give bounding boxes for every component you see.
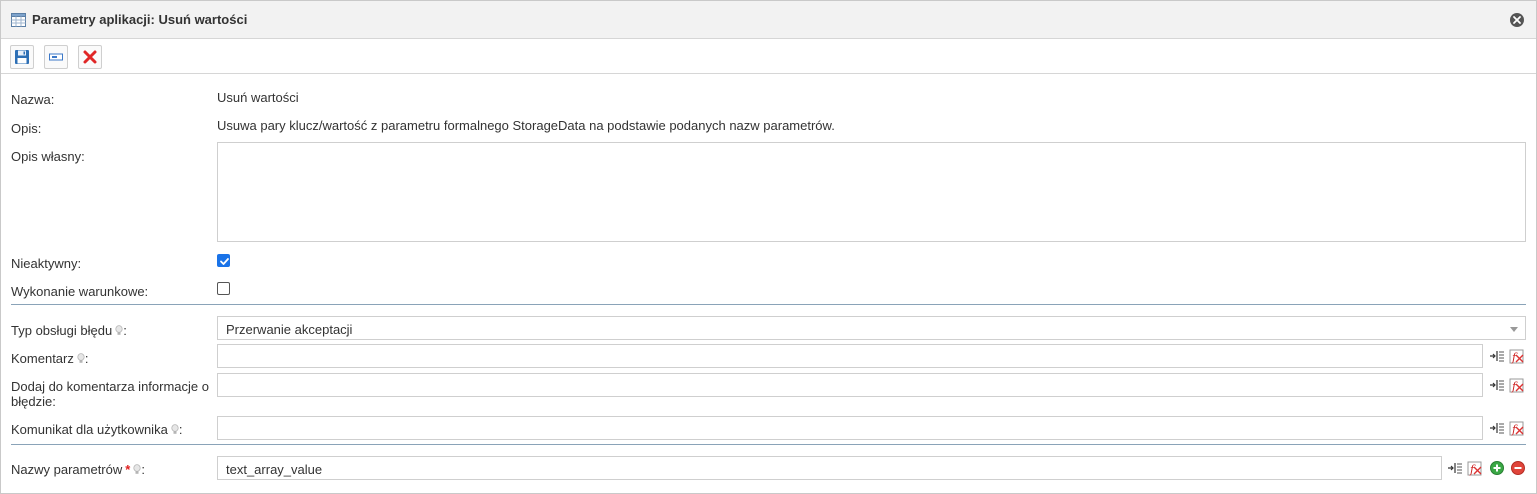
name-value: Usuń wartości <box>217 90 299 105</box>
user-message-input[interactable] <box>217 416 1483 440</box>
colon-text: : <box>141 462 145 477</box>
error-type-label: Typ obsługi błędu: <box>11 323 127 338</box>
close-circle-icon[interactable] <box>1509 12 1525 28</box>
add-circle-icon[interactable] <box>1489 460 1505 476</box>
error-type-selected: Przerwanie akceptacji <box>226 322 353 337</box>
lightbulb-hint-icon[interactable] <box>115 325 123 336</box>
user-message-label-text: Komunikat dla użytkownika <box>11 422 168 437</box>
param-names-label-text: Nazwy parametrów <box>11 462 123 477</box>
param-names-input[interactable]: text_array_value <box>217 456 1442 480</box>
save-button[interactable] <box>10 45 34 69</box>
colon-text: : <box>178 422 183 437</box>
function-builder-icon[interactable]: f <box>1509 348 1525 364</box>
inactive-checkbox[interactable] <box>217 254 230 267</box>
dialog-window: Parametry aplikacji: Usuń wartości Nazwa… <box>0 0 1537 494</box>
section-divider <box>11 444 1526 445</box>
insert-variable-icon[interactable] <box>1489 420 1505 436</box>
conditional-label: Wykonanie warunkowe: <box>11 284 149 299</box>
own-description-textarea[interactable] <box>217 142 1526 242</box>
add-error-info-input[interactable] <box>217 373 1483 397</box>
add-error-info-label: Dodaj do komentarza informacje o błędzie… <box>11 379 209 409</box>
table-icon <box>11 13 26 27</box>
remove-circle-icon[interactable] <box>1510 460 1526 476</box>
description-label: Opis: <box>11 121 42 136</box>
error-type-select[interactable]: Przerwanie akceptacji <box>217 316 1526 340</box>
checkmark-icon <box>220 258 229 265</box>
error-type-label-text: Typ obsługi błędu <box>11 323 113 338</box>
window-title: Parametry aplikacji: Usuń wartości <box>32 12 248 27</box>
red-x-icon <box>83 50 97 64</box>
description-value: Usuwa pary klucz/wartość z parametru for… <box>217 118 835 133</box>
comment-input[interactable] <box>217 344 1483 368</box>
insert-variable-icon[interactable] <box>1447 460 1463 476</box>
section-divider <box>11 304 1526 305</box>
own-description-label: Opis własny: <box>11 149 85 164</box>
cancel-button[interactable] <box>78 45 102 69</box>
function-builder-icon[interactable]: f <box>1467 460 1483 476</box>
function-builder-icon[interactable]: f <box>1509 420 1525 436</box>
input-field-icon <box>49 53 63 61</box>
function-builder-icon[interactable]: f <box>1509 377 1525 393</box>
user-message-label: Komunikat dla użytkownika: <box>11 422 182 437</box>
chevron-down-icon <box>1510 327 1518 332</box>
name-label: Nazwa: <box>11 92 55 107</box>
expression-button[interactable] <box>44 45 68 69</box>
colon-text: : <box>84 351 89 366</box>
title-bar: Parametry aplikacji: Usuń wartości <box>1 1 1536 39</box>
required-asterisk: * <box>125 462 131 477</box>
insert-variable-icon[interactable] <box>1489 377 1505 393</box>
inactive-label: Nieaktywny: <box>11 256 82 271</box>
comment-label-text: Komentarz <box>11 351 74 366</box>
param-names-value: text_array_value <box>226 462 323 477</box>
param-names-label: Nazwy parametrów *: <box>11 462 145 477</box>
add-error-info-label-line2: błędzie: <box>11 394 56 409</box>
floppy-disk-icon <box>15 50 29 64</box>
conditional-checkbox[interactable] <box>217 282 230 295</box>
add-error-info-label-line1: Dodaj do komentarza informacje o <box>11 379 209 394</box>
lightbulb-hint-icon[interactable] <box>171 424 179 435</box>
lightbulb-hint-icon[interactable] <box>77 353 85 364</box>
colon-text: : <box>123 323 127 338</box>
toolbar <box>1 40 1536 74</box>
comment-label: Komentarz: <box>11 351 89 366</box>
insert-variable-icon[interactable] <box>1489 348 1505 364</box>
